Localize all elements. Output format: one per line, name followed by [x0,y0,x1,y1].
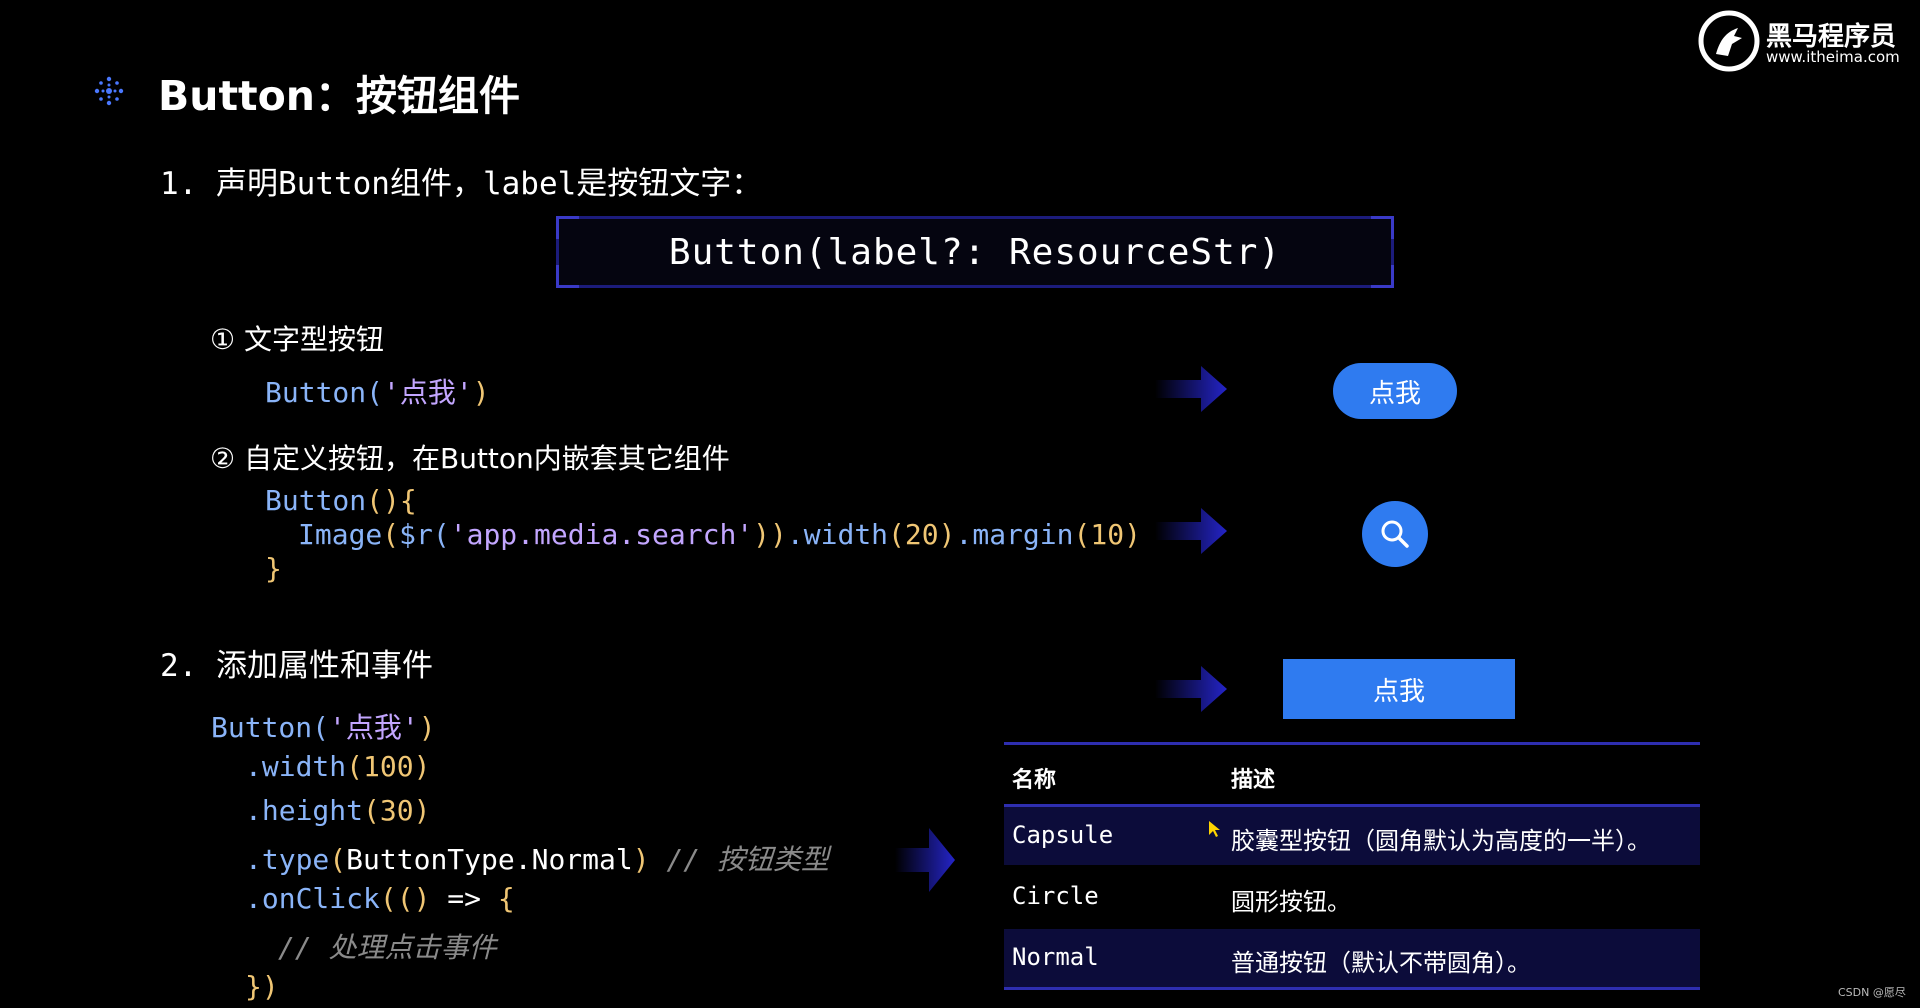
item2-code-line1: Button(){ [265,484,417,517]
table-cell-desc: 圆形按钮。 [1231,888,1351,916]
code-token: (){ [366,484,417,517]
code-token: (100) [346,750,431,783]
table-cell-desc: 胶囊型按钮（圆角默认为高度的一半）。 [1231,827,1651,855]
code-token: )) [753,518,787,551]
page-title: Button：按钮组件 [158,72,520,120]
table-header-name: 名称 [1012,768,1057,793]
code-token: 'app.media.search' [449,518,754,551]
snowflake-icon [94,76,124,106]
code-token: Image [298,518,383,551]
arrow-right-icon [1155,366,1227,412]
section2-code-line4: .type(ButtonType.Normal) // 按钮类型 [245,838,829,878]
arrow-right-icon [895,828,955,892]
table-cell-name: Capsule [1012,821,1114,849]
code-token: (10) [1073,518,1141,551]
table-divider [1004,987,1700,990]
cursor-icon [1209,821,1220,837]
table-cell-desc: 普通按钮（默认不带圆角）。 [1231,949,1531,977]
code-token: Button( [211,711,330,744]
code-token: (30) [363,794,431,827]
signature-text: Button(label?: ResourceStr) [668,231,1282,273]
code-token: Button( [265,376,384,409]
code-comment: // 按钮类型 [666,843,830,876]
signature-box: Button(label?: ResourceStr) [556,216,1394,288]
code-token: { [497,882,515,915]
code-token: => [430,882,498,915]
code-token: .width [245,750,347,783]
code-token: $r( [399,518,450,551]
item1-code: Button('点我') [265,371,490,411]
section2-code-line2: .width(100) [245,750,430,783]
item2-code-line3: } [265,552,282,585]
normal-button[interactable]: 点我 [1283,659,1515,719]
section2-code-line1: Button('点我') [211,706,436,746]
horse-logo-icon [1698,10,1760,72]
code-token: ( [329,843,347,876]
code-token: ButtonType.Normal [346,843,633,876]
code-token: .margin [955,518,1074,551]
code-token: .type [245,843,330,876]
circle-search-button[interactable] [1362,501,1428,567]
code-token: .width [786,518,889,551]
arrow-right-icon [1155,508,1227,554]
table-row: Normal 普通按钮（默认不带圆角）。 [1004,929,1700,987]
table-header-desc: 描述 [1231,768,1276,793]
section2-code-line7: }) [245,970,279,1003]
code-token: '点我' [329,711,419,744]
watermark: CSDN @愿尽 [1838,986,1906,999]
logo-url: www.itheima.com [1766,48,1900,66]
item1-heading: ① 文字型按钮 [210,323,385,356]
capsule-button[interactable]: 点我 [1333,363,1457,419]
arrow-right-icon [1155,666,1227,712]
section1-heading: 1. 声明Button组件，label是按钮文字： [160,166,763,202]
code-token: ) [632,843,650,876]
table-row: Capsule 胶囊型按钮（圆角默认为高度的一半）。 [1004,807,1700,865]
section2-code-line6: // 处理点击事件 [278,931,497,964]
code-token: ( [382,518,400,551]
section2-heading: 2. 添加属性和事件 [160,648,433,684]
table-row: Circle 圆形按钮。 [1004,868,1700,926]
code-token: ) [418,711,436,744]
code-token: (() [379,882,431,915]
section2-code-line5: .onClick(() => { [245,882,515,915]
table-divider [1004,742,1700,745]
code-token: '点我' [383,376,473,409]
search-icon [1381,520,1409,548]
code-token: .height [245,794,364,827]
code-token: Button [265,484,367,517]
code-token: ) [472,376,490,409]
code-token: (20) [888,518,956,551]
table-cell-name: Normal [1012,943,1099,971]
section2-code-line3: .height(30) [245,794,430,827]
item2-code-line2: Image($r('app.media.search')).width(20).… [298,518,1141,551]
item2-heading: ② 自定义按钮，在Button内嵌套其它组件 [210,442,730,475]
code-token: .onClick [245,882,380,915]
table-cell-name: Circle [1012,882,1099,910]
